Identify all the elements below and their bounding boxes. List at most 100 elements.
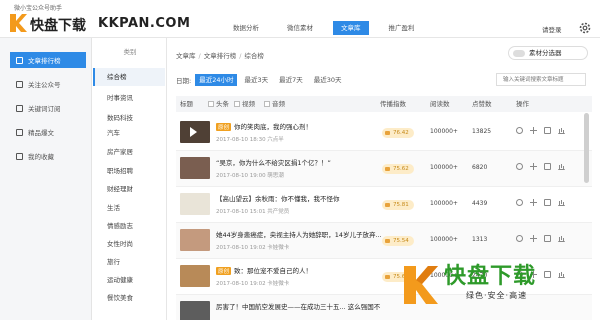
read-count: 100000+: [430, 236, 458, 243]
category-item[interactable]: 财经理财: [93, 180, 165, 198]
article-title[interactable]: 她44岁身患癌症，央视主持人为她辞职，14岁儿子放弃...: [216, 229, 382, 239]
row-actions: [516, 199, 572, 206]
favorite-icon[interactable]: [544, 199, 551, 206]
favorite-icon[interactable]: [544, 127, 551, 134]
gear-icon[interactable]: [578, 21, 592, 35]
table-header: 标题 头条 视频 音频 传播指数 阅读数 点赞数 操作: [176, 96, 592, 112]
original-badge: 原创: [216, 123, 232, 131]
date-option[interactable]: 最近24小时: [195, 74, 238, 86]
like-count: 6820: [472, 164, 488, 171]
article-thumbnail[interactable]: [180, 157, 210, 179]
follow-icon: [16, 80, 23, 88]
col-title: 标题: [180, 100, 193, 108]
filter-head[interactable]: 头条: [208, 96, 229, 112]
filter-video-label: 视频: [242, 100, 255, 108]
col-score[interactable]: 传播指数: [380, 96, 406, 112]
login-link[interactable]: 请登录: [542, 24, 562, 34]
article-title[interactable]: 【高山望云】余秋雨：你不懂我，我不怪你: [216, 193, 340, 203]
article-thumbnail[interactable]: [180, 301, 210, 320]
sidebar-item-follow[interactable]: 关注公众号: [10, 76, 86, 92]
breadcrumb: 文章库 / 文章排行榜 / 综合榜: [176, 50, 264, 60]
article-title[interactable]: “吴京，你为什么不给灾区捐1个亿？！”: [216, 157, 331, 167]
article-thumbnail[interactable]: [180, 229, 210, 251]
breadcrumb-item[interactable]: 文章库: [176, 52, 196, 60]
category-item[interactable]: 运动健康: [93, 271, 165, 289]
breadcrumb-item[interactable]: 文章排行榜: [204, 52, 237, 60]
breadcrumb-item: 综合榜: [244, 52, 264, 60]
category-item[interactable]: 汽车: [93, 124, 165, 142]
sidebar-item-featured[interactable]: 精品爆文: [10, 124, 86, 140]
favorites-icon: [16, 152, 23, 160]
checkbox[interactable]: [264, 101, 270, 107]
date-option[interactable]: 最近30天: [310, 74, 346, 86]
preview-icon[interactable]: [516, 127, 523, 134]
preview-icon[interactable]: [516, 163, 523, 170]
row-actions: [516, 235, 572, 242]
category-item[interactable]: 综合榜: [93, 68, 165, 86]
keyword-icon: [16, 104, 23, 112]
category-item[interactable]: 生活: [93, 199, 165, 217]
sidebar-item-article-ranking[interactable]: 文章排行榜: [10, 52, 86, 68]
stats-icon[interactable]: [558, 199, 565, 206]
nav-data-analysis[interactable]: 数据分析: [225, 21, 267, 35]
top-nav: 数据分析 微信素材 文章库 推广盈利: [225, 21, 435, 35]
stats-icon[interactable]: [558, 127, 565, 134]
col-reads[interactable]: 阅读数: [430, 96, 450, 112]
category-item[interactable]: 房产家居: [93, 143, 165, 161]
add-icon[interactable]: [530, 199, 537, 206]
date-option[interactable]: 最近7天: [275, 74, 307, 86]
col-likes[interactable]: 点赞数: [472, 96, 492, 112]
stats-icon[interactable]: [558, 235, 565, 242]
sidebar-item-keywords[interactable]: 关键词订阅: [10, 100, 86, 116]
filter-video[interactable]: 视频: [234, 96, 255, 112]
add-icon[interactable]: [530, 235, 537, 242]
category-item[interactable]: 旅行: [93, 253, 165, 271]
article-title[interactable]: 厉害了！中国航空发展史——在成功三十五... 这么强国不: [216, 301, 380, 311]
read-count: 100000+: [430, 200, 458, 207]
original-badge: 原创: [216, 267, 232, 275]
checkbox[interactable]: [234, 101, 240, 107]
date-filter-label: 日期:: [176, 77, 192, 85]
category-item[interactable]: 女性时尚: [93, 235, 165, 253]
preview-icon[interactable]: [516, 235, 523, 242]
stats-icon[interactable]: [558, 163, 565, 170]
article-title-text: “吴京，你为什么不给灾区捐1个亿？！”: [216, 159, 331, 167]
sidebar-item-label: 精品爆文: [28, 129, 54, 137]
table-row[interactable]: 原创 你的笑肉底，我的强心剂！ 2017-08-10 18:30 六点半 76.4…: [176, 115, 592, 151]
article-thumbnail[interactable]: [180, 265, 210, 287]
scrollbar[interactable]: [584, 113, 589, 183]
article-thumbnail[interactable]: [180, 121, 210, 143]
category-item[interactable]: 职场招聘: [93, 162, 165, 180]
nav-promotion[interactable]: 推广盈利: [381, 21, 423, 35]
date-option[interactable]: 最近3天: [240, 74, 272, 86]
kkpan-logo-icon: [10, 14, 27, 32]
article-title[interactable]: 原创 你的笑肉底，我的强心剂！: [216, 121, 312, 131]
article-thumbnail[interactable]: [180, 193, 210, 215]
favorite-icon[interactable]: [544, 235, 551, 242]
article-title-text: 你的笑肉底，我的强心剂！: [234, 123, 313, 131]
sidebar-item-label: 文章排行榜: [28, 57, 61, 65]
table-row[interactable]: 她44岁身患癌症，央视主持人为她辞职，14岁儿子放弃... 2017-08-10…: [176, 223, 592, 259]
table-row[interactable]: “吴京，你为什么不给灾区捐1个亿？！” 2017-08-10 19:00 萌思潮…: [176, 151, 592, 187]
add-icon[interactable]: [530, 163, 537, 170]
search-input[interactable]: [496, 73, 586, 86]
ranking-icon: [16, 56, 23, 64]
add-icon[interactable]: [530, 127, 537, 134]
article-title-text: 致：那位宠不爱自己的人！: [234, 267, 313, 275]
score-badge: 75.54: [382, 236, 414, 246]
material-filter-button[interactable]: 素材分选器: [508, 46, 588, 60]
category-item[interactable]: 时事资讯: [93, 89, 165, 107]
nav-article-library[interactable]: 文章库: [333, 21, 369, 35]
article-meta: 2017-08-10 15:01 共产党员: [216, 209, 290, 215]
category-item[interactable]: 情感励志: [93, 217, 165, 235]
table-row[interactable]: 【高山望云】余秋雨：你不懂我，我不怪你 2017-08-10 15:01 共产党…: [176, 187, 592, 223]
nav-wechat-material[interactable]: 微信素材: [279, 21, 321, 35]
preview-icon[interactable]: [516, 199, 523, 206]
article-title[interactable]: 原创 致：那位宠不爱自己的人！: [216, 265, 312, 275]
filter-audio[interactable]: 音频: [264, 96, 285, 112]
favorite-icon[interactable]: [544, 163, 551, 170]
logo-text: 快盘下载: [30, 18, 86, 34]
sidebar-item-favorites[interactable]: 我的收藏: [10, 148, 86, 164]
category-item[interactable]: 餐饮美食: [93, 289, 165, 307]
checkbox[interactable]: [208, 101, 214, 107]
